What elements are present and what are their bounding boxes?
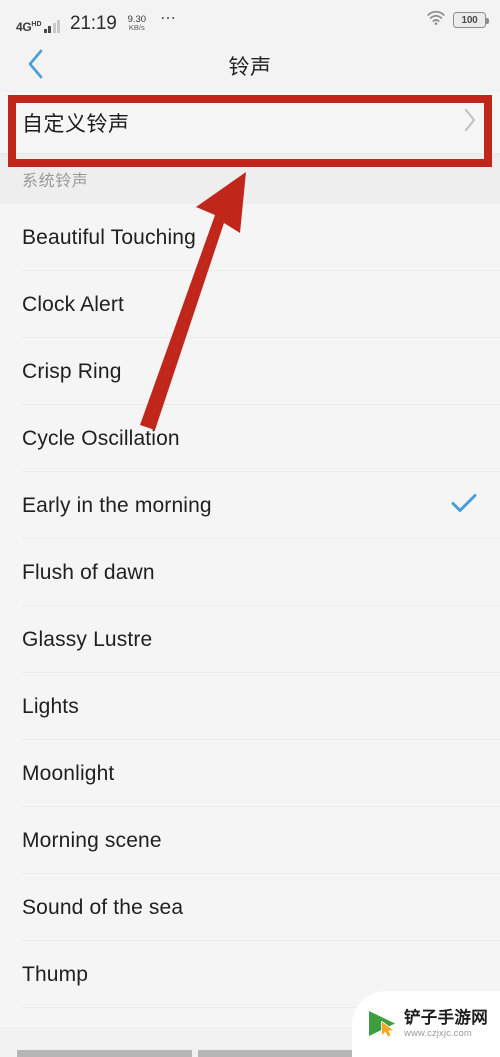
ringtone-row[interactable]: Morning scene: [0, 807, 500, 874]
play-cursor-icon: [365, 1008, 399, 1040]
status-bar: 4G HD 21:19 9.30 KB/s ⋯ 100: [0, 0, 500, 40]
phone-screen: 4G HD 21:19 9.30 KB/s ⋯ 100 铃声 自定义铃声 系统铃…: [0, 0, 500, 1057]
more-dots-icon: ⋯: [160, 9, 178, 27]
ringtone-row[interactable]: Flush of dawn: [0, 539, 500, 606]
ringtone-name: Beautiful Touching: [22, 225, 196, 249]
battery-level-label: 100: [461, 14, 478, 26]
ringtone-name: Moonlight: [22, 761, 115, 785]
network-hd-label: HD: [31, 20, 42, 28]
ringtone-name: Early in the morning: [22, 493, 212, 517]
ringtone-name: Thump: [22, 962, 89, 986]
watermark-title: 铲子手游网: [404, 1008, 488, 1027]
chevron-right-icon: [462, 106, 478, 139]
battery-indicator: 100: [453, 12, 489, 28]
custom-ringtone-row[interactable]: 自定义铃声: [0, 92, 500, 154]
ringtone-row[interactable]: Glassy Lustre: [0, 606, 500, 673]
status-bar-clock: 21:19: [70, 12, 117, 34]
ringtone-row[interactable]: Beautiful Touching: [0, 204, 500, 271]
back-button[interactable]: [14, 40, 58, 92]
network-type-label: 4G: [16, 19, 32, 34]
status-bar-left: 4G HD 21:19 9.30 KB/s ⋯: [16, 8, 178, 33]
section-header-label: 系统铃声: [22, 173, 89, 190]
watermark-url: www.czjxjc.com: [404, 1028, 472, 1039]
nav-segment-back[interactable]: [16, 1050, 192, 1057]
wifi-icon: [426, 10, 446, 31]
ringtone-name: Crisp Ring: [22, 359, 122, 383]
section-header-system-ringtones: 系统铃声: [0, 154, 500, 204]
ringtone-row[interactable]: Lights: [0, 673, 500, 740]
ringtone-name: Sound of the sea: [22, 895, 184, 919]
site-watermark: 铲子手游网 www.czjxjc.com: [352, 991, 500, 1057]
page-header: 铃声: [0, 40, 500, 92]
custom-ringtone-label: 自定义铃声: [22, 112, 130, 136]
network-speed-indicator: 9.30 KB/s: [128, 14, 147, 32]
network-speed-unit: KB/s: [128, 23, 145, 32]
ringtone-row[interactable]: Early in the morning: [0, 472, 500, 539]
ringtone-row[interactable]: Moonlight: [0, 740, 500, 807]
ringtone-name: Glassy Lustre: [22, 627, 153, 651]
watermark-text: 铲子手游网 www.czjxjc.com: [404, 1008, 488, 1039]
ringtone-name: Clock Alert: [22, 292, 125, 316]
ringtone-row[interactable]: Crisp Ring: [0, 338, 500, 405]
ringtone-list: Beautiful Touching Clock Alert Crisp Ring C…: [0, 204, 500, 1008]
ringtone-row[interactable]: Clock Alert: [0, 271, 500, 338]
ringtone-name: Lights: [22, 694, 79, 718]
chevron-left-icon: [26, 48, 46, 85]
ringtone-row[interactable]: Cycle Oscillation: [0, 405, 500, 472]
ringtone-name: Flush of dawn: [22, 560, 155, 584]
ringtone-row[interactable]: Sound of the sea: [0, 874, 500, 941]
ringtone-name: Cycle Oscillation: [22, 426, 180, 450]
ringtone-name: Morning scene: [22, 828, 162, 852]
cellular-indicator: 4G HD: [16, 19, 61, 34]
signal-bars-icon: [43, 19, 61, 33]
check-icon: [450, 491, 478, 520]
nav-segment-home[interactable]: [197, 1050, 358, 1057]
status-bar-right: 100: [426, 10, 489, 31]
page-title: 铃声: [228, 56, 272, 79]
